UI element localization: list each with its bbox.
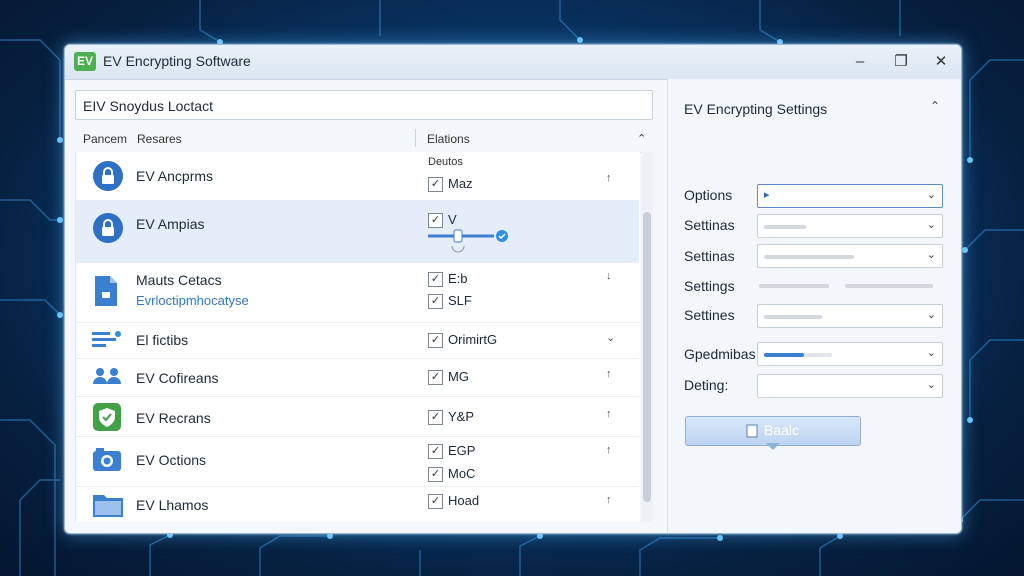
software-list: EV Ancprms Deutos ✓ Maz ↑ EV Ampias ✓ V (75, 152, 640, 522)
chevron-down-icon: ⌄ (926, 189, 936, 201)
arrow-up-icon[interactable]: ↑ (606, 172, 612, 184)
back-button[interactable]: Baalc (685, 416, 861, 450)
checkbox-label: OrimirtG (448, 332, 498, 347)
chevron-down-icon: ⌄ (926, 347, 936, 359)
checkbox[interactable]: ✓ (428, 213, 443, 228)
list-item[interactable]: EV Octions ✓ EGP ✓ MoC ↑ (76, 436, 639, 487)
camera-icon (93, 448, 121, 471)
progress-dropdown[interactable]: ⌄ (757, 342, 943, 366)
list-item-name: EV Ampias (136, 216, 205, 232)
chevron-down-icon: ⌄ (926, 219, 936, 231)
back-button-label: Baalc (764, 422, 800, 438)
shield-check-icon (93, 403, 121, 431)
settings-dropdown-3[interactable]: ⌄ (757, 304, 943, 328)
list-item-name: El fictibs (136, 332, 189, 348)
settings-dual-slider[interactable] (757, 274, 943, 298)
chevron-down-icon: ⌄ (926, 309, 936, 321)
chevron-down-icon: ⌄ (926, 249, 936, 261)
close-icon[interactable]: ✕ (927, 50, 955, 74)
checkbox-label: MG (448, 369, 469, 384)
title-bar: EV EV Encrypting Software – ❐ ✕ (65, 45, 961, 80)
list-item-name: EV Recrans (136, 410, 211, 426)
arrow-up-icon[interactable]: ↑ (606, 444, 612, 456)
document-lock-icon (95, 276, 117, 306)
arrow-up-icon[interactable]: ↑ (606, 408, 612, 420)
checkbox[interactable]: ✓ (428, 333, 443, 348)
list-item[interactable]: EV Ampias ✓ V (76, 200, 639, 263)
lock-icon (93, 213, 123, 243)
list-item[interactable]: EV Cofireans ✓ MG ↑ (76, 358, 639, 397)
search-input[interactable]: EIV Snoydus Loctact (75, 90, 653, 120)
checkbox[interactable]: ✓ (428, 467, 443, 482)
list-item-name: EV Cofireans (136, 370, 219, 386)
list-item[interactable]: EV Lhamos ✓ Hoad ↑ (76, 486, 639, 522)
lock-icon (93, 161, 123, 191)
arrow-down-icon[interactable]: ↓ (606, 270, 612, 282)
setting-label-options: Options (684, 187, 733, 203)
settings-dropdown-2[interactable]: ⌄ (757, 244, 943, 268)
list-item-subheading: Deutos (428, 156, 463, 168)
column-resares[interactable]: Resares (137, 132, 182, 146)
checkbox[interactable]: ✓ (428, 444, 443, 459)
setting-label: Settinas (684, 248, 735, 264)
checkbox[interactable]: ✓ (428, 272, 443, 287)
checkbox-label: Y&P (448, 409, 475, 424)
app-logo-icon: EV (74, 52, 96, 71)
checkbox[interactable]: ✓ (428, 370, 443, 385)
list-item[interactable]: Mauts Cetacs Evrloctipmhocatyse ✓ E:b ✓ … (76, 262, 639, 323)
list-scrollbar[interactable] (641, 152, 653, 522)
maximize-icon[interactable]: ❐ (887, 50, 915, 74)
checkbox-label: Hoad (448, 493, 480, 508)
list-item[interactable]: El fictibs ✓ OrimirtG ⌄ (76, 322, 639, 359)
checkbox-label: SLF (448, 293, 472, 308)
list-header: Pancem Resares Elations ⌃ (75, 126, 653, 153)
checkbox-label: Maz (448, 176, 473, 191)
setting-label: Settings (684, 278, 735, 294)
checkbox[interactable]: ✓ (428, 294, 443, 309)
checkbox-label: EGP (448, 443, 476, 458)
list-item-name: EV Ancprms (136, 168, 214, 184)
list-item-name: Mauts Cetacs (136, 272, 222, 288)
settings-title: EV Encrypting Settings (684, 101, 828, 117)
scrollbar-thumb[interactable] (643, 212, 651, 502)
column-elations[interactable]: Elations (427, 132, 470, 146)
arrow-up-icon[interactable]: ↑ (606, 368, 612, 380)
list-item-name: EV Octions (136, 452, 207, 468)
checkbox-label: V (448, 212, 457, 227)
setting-label: Settinas (684, 217, 735, 233)
checkbox[interactable]: ✓ (428, 410, 443, 425)
checkbox-label: E:b (448, 271, 468, 286)
deting-dropdown[interactable]: ⌄ (757, 374, 943, 398)
column-pancem[interactable]: Pancem (83, 132, 127, 146)
setting-label: Settines (684, 307, 735, 323)
list-item[interactable]: EV Ancprms Deutos ✓ Maz ↑ (76, 152, 639, 201)
list-item-name: EV Lhamos (136, 497, 209, 513)
list-settings-icon (92, 331, 121, 347)
settings-dropdown-1[interactable]: ⌄ (757, 214, 943, 238)
users-icon (93, 368, 121, 384)
list-item-link[interactable]: Evrloctipmhocatyse (136, 293, 249, 308)
chevron-down-icon: ⌄ (926, 379, 936, 391)
arrow-up-icon[interactable]: ↑ (606, 494, 612, 506)
window-title: EV Encrypting Software (103, 53, 251, 69)
sort-up-icon[interactable]: ⌃ (637, 132, 646, 145)
slider[interactable] (426, 228, 512, 254)
minimize-icon[interactable]: – (846, 50, 874, 74)
checkbox[interactable]: ✓ (428, 177, 443, 192)
setting-label: Deting: (684, 377, 729, 393)
app-window: EV EV Encrypting Software – ❐ ✕ EIV Snoy… (64, 44, 962, 534)
chevron-down-icon[interactable]: ⌄ (606, 331, 615, 344)
settings-pane: EV Encrypting Settings ⌃ Options ▸ ⌄ Set… (667, 79, 961, 533)
document-icon (746, 424, 758, 438)
checkbox-label: MoC (448, 466, 476, 481)
options-dropdown[interactable]: ▸ ⌄ (757, 184, 943, 208)
collapse-icon[interactable]: ⌃ (930, 99, 940, 113)
folder-icon (93, 495, 123, 517)
list-item[interactable]: EV Recrans ✓ Y&P ↑ (76, 396, 639, 437)
software-list-pane: EIV Snoydus Loctact Pancem Resares Elati… (75, 90, 655, 522)
setting-label: Gpedmibas (684, 346, 756, 362)
checkbox[interactable]: ✓ (428, 494, 443, 509)
